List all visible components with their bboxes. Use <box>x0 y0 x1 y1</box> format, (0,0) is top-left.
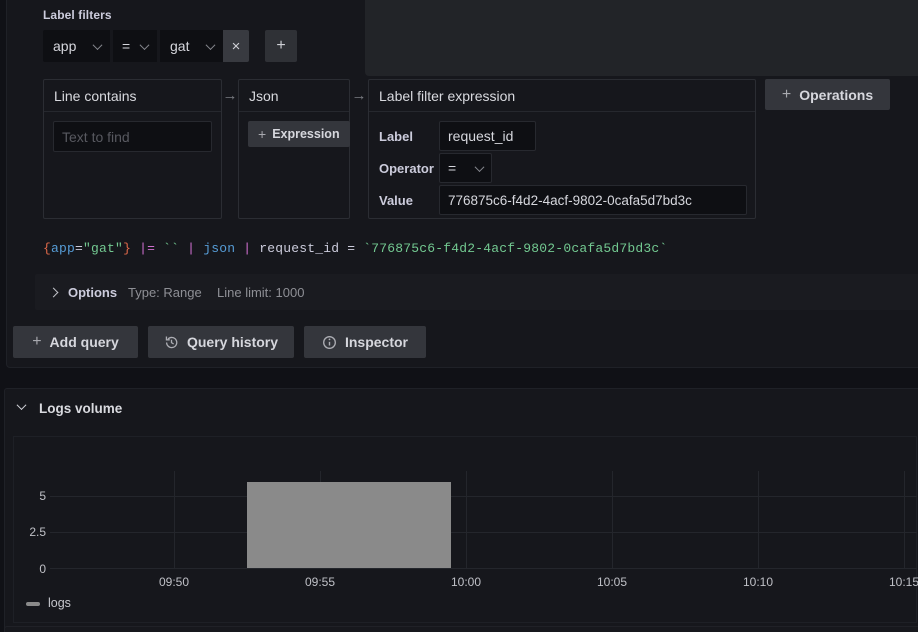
query-type-text: Type: Range <box>128 285 202 300</box>
legend-swatch <box>26 602 40 606</box>
arrow-right-icon: → <box>222 87 238 104</box>
explore-page: Label filters app = gat × + Line contain… <box>0 0 918 632</box>
chevron-down-icon <box>140 40 150 50</box>
next-panel-top-edge <box>4 626 918 632</box>
operations-button[interactable]: + Operations <box>765 79 890 110</box>
operation-card-json: Json + Expression <box>238 79 350 219</box>
chevron-down-icon <box>206 40 216 50</box>
history-icon <box>164 335 179 350</box>
label-filter-name-select[interactable]: app <box>43 30 110 62</box>
operator-select[interactable]: = <box>439 153 492 183</box>
arrow-right-icon: → <box>351 87 367 104</box>
raw-query: {app="gat"} |= `` | json | request_id = … <box>43 241 667 256</box>
operation-card-label-filter-expression: Label filter expression Label request_id… <box>368 79 756 219</box>
cropped-header-region <box>365 0 918 76</box>
plus-icon: + <box>258 127 266 141</box>
logs-volume-chart <box>13 436 917 623</box>
chevron-down-icon <box>93 40 103 50</box>
label-field-label: Label <box>379 129 413 144</box>
operation-card-line-contains: Line contains <box>43 79 222 219</box>
chevron-down-icon[interactable] <box>17 400 27 410</box>
remove-filter-button[interactable]: × <box>223 30 249 62</box>
query-history-button[interactable]: Query history <box>148 326 294 358</box>
plus-icon: + <box>782 87 791 103</box>
label-filters-title: Label filters <box>43 8 112 22</box>
line-contains-input[interactable] <box>53 121 212 152</box>
value-field-input[interactable]: 776875c6-f4d2-4acf-9802-0cafa5d7bd3c <box>439 185 747 215</box>
label-filter-operator-select[interactable]: = <box>113 30 157 62</box>
options-label: Options <box>68 285 117 300</box>
operator-field-label: Operator <box>379 161 434 176</box>
close-icon: × <box>232 38 241 55</box>
add-expression-button[interactable]: + Expression <box>248 121 350 147</box>
line-limit-text: Line limit: 1000 <box>217 285 304 300</box>
info-circle-icon <box>322 335 337 350</box>
legend-label[interactable]: logs <box>48 596 71 610</box>
operation-card-title[interactable]: Line contains <box>44 80 221 112</box>
plus-icon: + <box>276 37 285 55</box>
label-filter-value-select[interactable]: gat <box>160 30 223 62</box>
operation-card-title[interactable]: Json <box>239 80 349 112</box>
inspector-button[interactable]: Inspector <box>304 326 426 358</box>
label-field-input[interactable]: request_id <box>439 121 536 151</box>
add-query-button[interactable]: + Add query <box>13 326 138 358</box>
chevron-down-icon <box>475 162 485 172</box>
logs-volume-title[interactable]: Logs volume <box>39 401 122 416</box>
label-filter-value: gat <box>170 38 189 54</box>
chevron-right-icon <box>49 288 59 298</box>
label-filter-name: app <box>53 38 76 54</box>
value-field-label: Value <box>379 193 413 208</box>
operation-card-title[interactable]: Label filter expression <box>369 80 755 112</box>
add-filter-button[interactable]: + <box>265 30 297 62</box>
logs-volume-panel: Logs volume logs <box>4 388 918 632</box>
plus-icon: + <box>32 334 41 350</box>
options-toggle[interactable]: Options Type: Range Line limit: 1000 <box>35 274 918 310</box>
label-filter-operator: = <box>122 38 130 54</box>
